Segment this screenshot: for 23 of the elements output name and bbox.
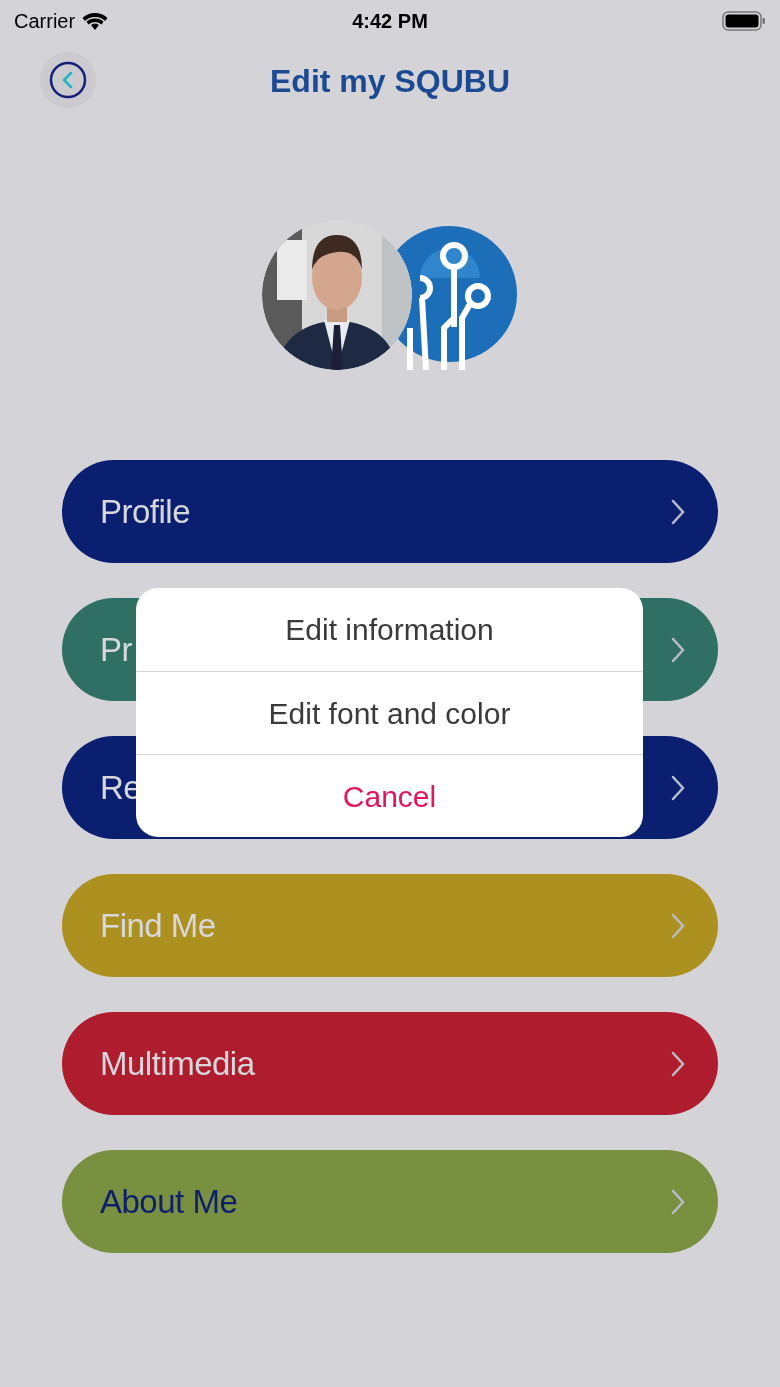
menu-label: Profile [100,491,191,532]
page-title: Edit my SQUBU [270,61,510,101]
chevron-icon [670,635,686,664]
clock-time: 4:42 PM [352,9,428,34]
back-icon [49,61,87,99]
menu-label: Find Me [100,905,216,946]
sheet-option[interactable]: Edit font and color [136,671,643,754]
menu-label: About Me [100,1181,238,1222]
menu-label: Pr [100,629,132,670]
battery-icon [722,10,766,32]
chevron-icon [670,1049,686,1078]
menu-item[interactable]: Multimedia [62,1012,718,1115]
menu-item[interactable]: Profile [62,460,718,563]
chevron-icon [670,1187,686,1216]
sheet-option[interactable]: Cancel [136,754,643,837]
menu-item[interactable]: About Me [62,1150,718,1253]
chevron-icon [670,497,686,526]
chevron-icon [670,911,686,940]
carrier-label: Carrier [14,9,76,34]
wifi-icon [81,11,110,31]
menu-label: Multimedia [100,1043,255,1084]
chevron-icon [670,773,686,802]
sheet-option[interactable]: Edit information [136,588,643,671]
